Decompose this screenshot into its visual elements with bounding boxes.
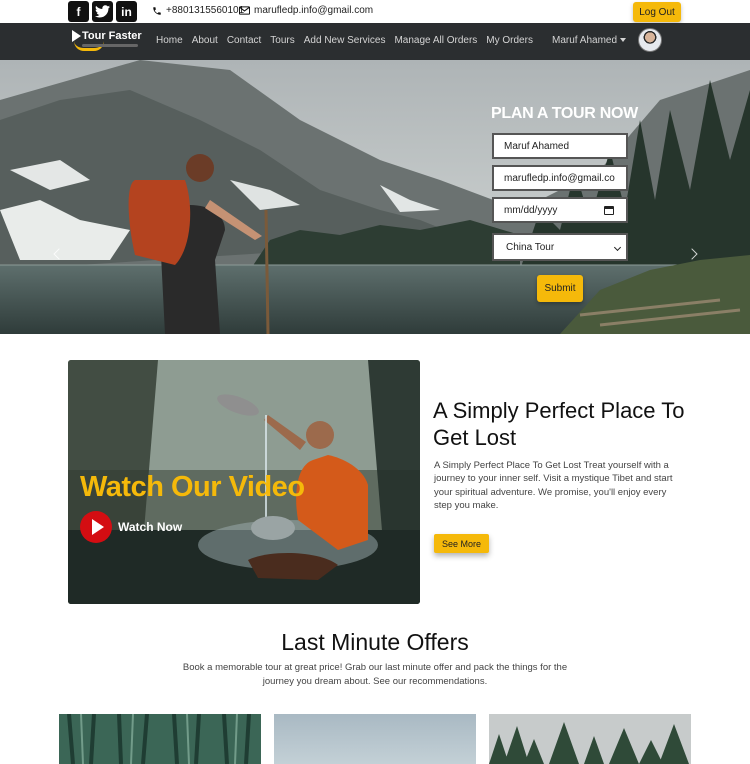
offer-card-forest[interactable] <box>489 714 691 764</box>
hero-landscape-image <box>0 60 750 334</box>
date-placeholder: mm/dd/yyyy <box>504 204 558 216</box>
facebook-icon[interactable]: f <box>68 1 89 22</box>
email-field[interactable]: marufledp.info@gmail.co <box>492 165 628 191</box>
hero-carousel <box>0 60 750 334</box>
brand-name: Tour Faster <box>82 30 142 42</box>
pine-forest-image <box>489 714 691 764</box>
nav-manage-all-orders[interactable]: Manage All Orders <box>394 35 477 46</box>
play-button-icon[interactable] <box>80 511 112 543</box>
brand-logo[interactable]: Tour Faster <box>72 28 142 54</box>
tour-select[interactable]: China Tour <box>492 233 628 261</box>
nav-tours[interactable]: Tours <box>270 35 294 46</box>
chevron-down-icon <box>613 243 622 252</box>
phone-contact: +8801315560101 <box>152 5 244 16</box>
see-more-button[interactable]: See More <box>434 534 489 553</box>
about-title: A Simply Perfect Place To Get Lost <box>433 398 685 450</box>
top-bar: f in +8801315560101 marufledp.info@gmail… <box>0 0 750 23</box>
phone-icon <box>153 6 161 15</box>
nav-contact[interactable]: Contact <box>227 35 261 46</box>
email-contact: marufledp.info@gmail.com <box>239 5 373 16</box>
twitter-icon[interactable] <box>92 1 113 22</box>
date-field[interactable]: mm/dd/yyyy <box>492 197 628 223</box>
nav-add-new-services[interactable]: Add New Services <box>304 35 386 46</box>
logout-button[interactable]: Log Out <box>633 2 681 22</box>
submit-button[interactable]: Submit <box>537 275 583 302</box>
offer-card-sky[interactable] <box>274 714 476 764</box>
nav-home[interactable]: Home <box>156 35 183 46</box>
tour-selected-value: China Tour <box>506 241 555 253</box>
name-field[interactable]: Maruf Ahamed <box>492 133 628 159</box>
linkedin-icon[interactable]: in <box>116 1 137 22</box>
caret-down-icon <box>620 38 627 43</box>
avatar[interactable] <box>638 28 662 52</box>
play-triangle-icon <box>92 519 104 535</box>
watch-now-link[interactable]: Watch Now <box>118 520 182 534</box>
email-address: marufledp.info@gmail.com <box>254 5 374 16</box>
calendar-icon[interactable] <box>604 206 614 215</box>
brand-tagline-bar <box>82 44 138 47</box>
phone-number: +8801315560101 <box>166 5 245 16</box>
nav-about[interactable]: About <box>192 35 218 46</box>
offer-card-bamboo[interactable] <box>59 714 261 764</box>
about-description: A Simply Perfect Place To Get Lost Treat… <box>434 460 673 512</box>
envelope-icon <box>239 6 250 15</box>
user-dropdown[interactable]: Maruf Ahamed <box>552 35 627 46</box>
watch-video-title: Watch Our Video <box>80 471 305 503</box>
navbar: Tour Faster Home About Contact Tours Add… <box>0 23 750 60</box>
bamboo-forest-image <box>59 714 261 764</box>
plan-tour-title: PLAN A TOUR NOW <box>491 105 638 122</box>
offers-description: Book a memorable tour at great price! Gr… <box>182 662 568 687</box>
nav-links: Home About Contact Tours Add New Service… <box>156 35 533 46</box>
offers-title: Last Minute Offers <box>281 629 469 655</box>
nav-my-orders[interactable]: My Orders <box>486 35 533 46</box>
user-name: Maruf Ahamed <box>552 35 618 46</box>
